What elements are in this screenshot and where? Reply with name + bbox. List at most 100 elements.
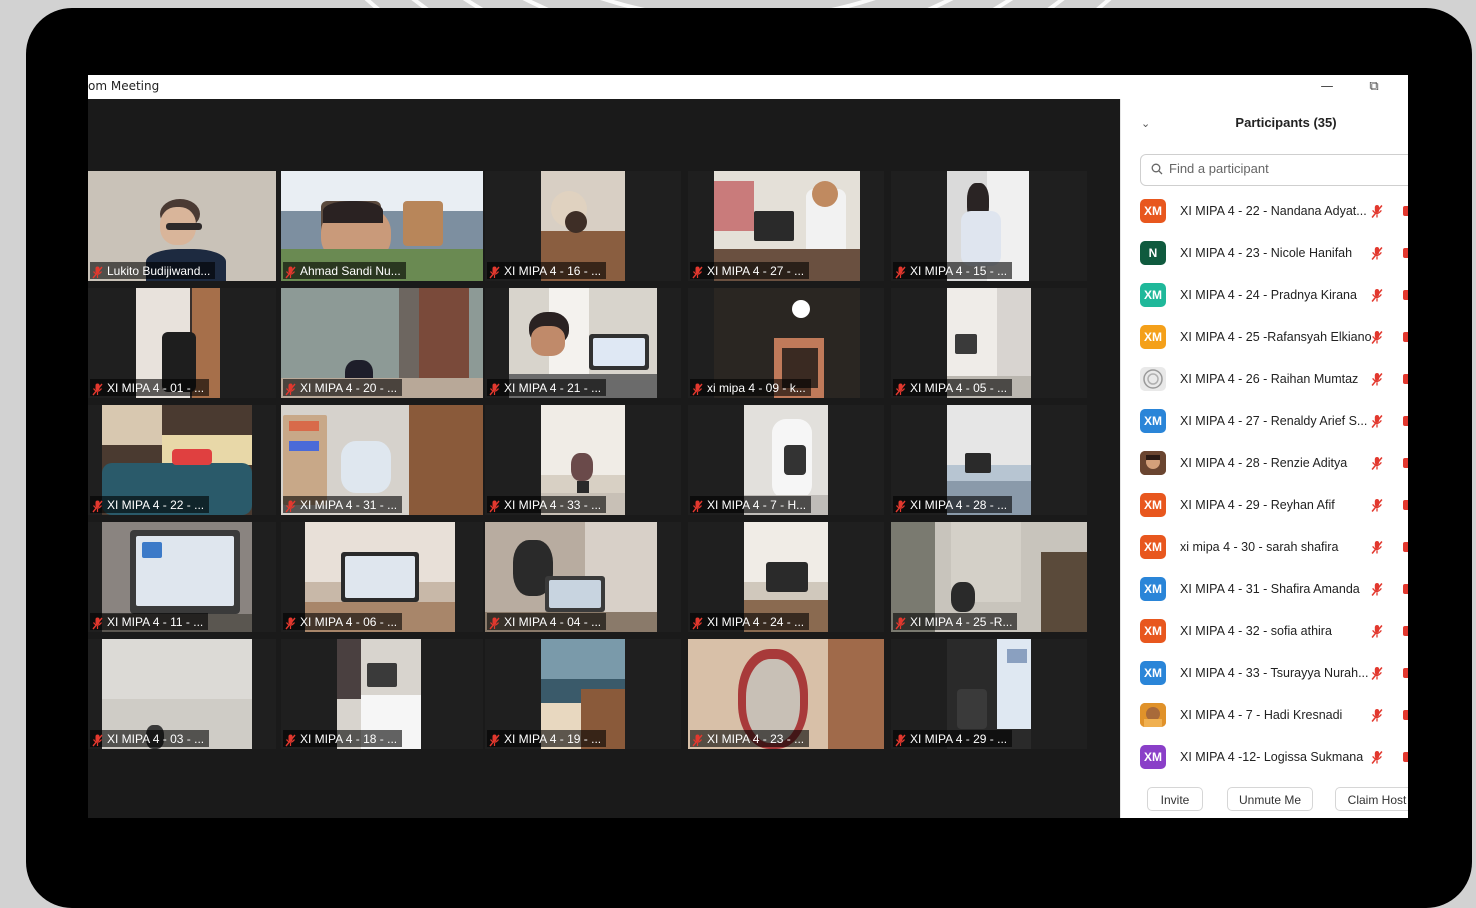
- muted-mic-icon[interactable]: [1371, 330, 1383, 345]
- video-off-icon[interactable]: [1403, 206, 1408, 216]
- video-tile[interactable]: XI MIPA 4 - 33 - ...: [485, 405, 681, 515]
- video-off-icon[interactable]: [1403, 416, 1408, 426]
- participant-row[interactable]: XM xi mipa 4 - 30 - sarah shafira: [1121, 526, 1408, 568]
- participant-row[interactable]: XM XI MIPA 4 - 27 - Renaldy Arief S...: [1121, 400, 1408, 442]
- muted-mic-icon[interactable]: [1371, 750, 1383, 765]
- participants-header: ⌄ Participants (35): [1121, 99, 1408, 149]
- participant-row[interactable]: XI MIPA 4 - 26 - Raihan Mumtaz: [1121, 358, 1408, 400]
- participants-title: Participants (35): [1235, 115, 1337, 130]
- muted-mic-icon[interactable]: [1371, 204, 1383, 219]
- video-tile[interactable]: Lukito Budijiwand...: [88, 171, 276, 281]
- participant-row[interactable]: XM XI MIPA 4 - 31 - Shafira Amanda: [1121, 568, 1408, 610]
- video-tile[interactable]: XI MIPA 4 - 28 - ...: [891, 405, 1087, 515]
- participant-name: XI MIPA 4 - 7 - H...: [707, 497, 807, 512]
- video-tile[interactable]: XI MIPA 4 - 16 - ...: [485, 171, 681, 281]
- participant-row[interactable]: XM XI MIPA 4 - 32 - sofia athira: [1121, 610, 1408, 652]
- video-off-icon[interactable]: [1403, 584, 1408, 594]
- gallery-view: Lukito Budijiwand... Ahmad Sandi Nu... XI …: [88, 99, 1120, 818]
- participant-row[interactable]: XM XI MIPA 4 - 24 - Pradnya Kirana: [1121, 274, 1408, 316]
- video-tile[interactable]: XI MIPA 4 - 31 - ...: [281, 405, 483, 515]
- participant-row[interactable]: XI MIPA 4 - 28 - Renzie Aditya: [1121, 442, 1408, 484]
- video-tile[interactable]: XI MIPA 4 - 15 - ...: [891, 171, 1087, 281]
- muted-mic-icon[interactable]: [1371, 582, 1383, 597]
- muted-mic-icon: [692, 498, 703, 513]
- video-off-icon[interactable]: [1403, 458, 1408, 468]
- muted-mic-icon[interactable]: [1371, 624, 1383, 639]
- tile-name-label: XI MIPA 4 - 24 - ...: [690, 613, 810, 630]
- video-off-icon[interactable]: [1403, 374, 1408, 384]
- unmute-me-button[interactable]: Unmute Me: [1227, 787, 1313, 811]
- participant-row[interactable]: XM XI MIPA 4 - 22 - Nandana Adyat...: [1121, 190, 1408, 232]
- participant-row[interactable]: XM XI MIPA 4 - 29 - Reyhan Afif: [1121, 484, 1408, 526]
- muted-mic-icon[interactable]: [1371, 372, 1383, 387]
- participant-name: XI MIPA 4 - 31 - ...: [300, 497, 398, 512]
- participant-name: Lukito Budijiwand...: [107, 263, 211, 278]
- video-tile[interactable]: XI MIPA 4 - 19 - ...: [485, 639, 681, 749]
- video-tile[interactable]: XI MIPA 4 - 22 - ...: [88, 405, 276, 515]
- participant-avatar: XM: [1140, 745, 1166, 769]
- video-tile[interactable]: XI MIPA 4 - 29 - ...: [891, 639, 1087, 749]
- participant-name: Ahmad Sandi Nu...: [300, 263, 401, 278]
- muted-mic-icon: [692, 732, 703, 747]
- muted-mic-icon: [92, 732, 103, 747]
- claim-host-button[interactable]: Claim Host: [1335, 787, 1408, 811]
- video-tile[interactable]: Ahmad Sandi Nu...: [281, 171, 483, 281]
- video-off-icon[interactable]: [1403, 668, 1408, 678]
- video-off-icon[interactable]: [1403, 626, 1408, 636]
- muted-mic-icon[interactable]: [1371, 288, 1383, 303]
- muted-mic-icon[interactable]: [1371, 456, 1383, 471]
- video-off-icon[interactable]: [1403, 332, 1408, 342]
- invite-button[interactable]: Invite: [1147, 787, 1203, 811]
- video-tile[interactable]: XI MIPA 4 - 03 - ...: [88, 639, 276, 749]
- tile-name-label: XI MIPA 4 - 18 - ...: [283, 730, 403, 747]
- video-off-icon[interactable]: [1403, 710, 1408, 720]
- video-off-icon[interactable]: [1403, 500, 1408, 510]
- participant-name: XI MIPA 4 - 01 - ...: [107, 380, 205, 395]
- video-off-icon[interactable]: [1403, 542, 1408, 552]
- muted-mic-icon[interactable]: [1371, 246, 1383, 261]
- participant-row[interactable]: XM XI MIPA 4 -12- Logissa Sukmana: [1121, 736, 1408, 778]
- video-off-icon[interactable]: [1403, 752, 1408, 762]
- participants-panel: ⌄ Participants (35) XM XI MIPA 4 - 22 - N…: [1120, 99, 1408, 818]
- participant-name: xi mipa 4 - 09 - k...: [707, 380, 806, 395]
- muted-mic-icon: [285, 381, 296, 396]
- video-tile[interactable]: XI MIPA 4 - 23 - ...: [688, 639, 884, 749]
- participant-name: XI MIPA 4 - 06 - ...: [300, 614, 398, 629]
- video-tile[interactable]: XI MIPA 4 - 18 - ...: [281, 639, 483, 749]
- video-tile[interactable]: XI MIPA 4 - 11 - ...: [88, 522, 276, 632]
- muted-mic-icon[interactable]: [1371, 498, 1383, 513]
- video-tile[interactable]: XI MIPA 4 - 20 - ...: [281, 288, 483, 398]
- video-tile[interactable]: XI MIPA 4 - 06 - ...: [281, 522, 483, 632]
- minimize-button[interactable]: —: [1314, 77, 1340, 97]
- participant-avatar: [1140, 367, 1166, 391]
- participant-row[interactable]: XM XI MIPA 4 - 25 -Rafansyah Elkiano: [1121, 316, 1408, 358]
- video-tile[interactable]: XI MIPA 4 - 24 - ...: [688, 522, 884, 632]
- participant-name: XI MIPA 4 - 22 - Nandana Adyat...: [1180, 204, 1367, 218]
- participant-name: XI MIPA 4 - 15 - ...: [910, 263, 1008, 278]
- video-tile[interactable]: XI MIPA 4 - 7 - H...: [688, 405, 884, 515]
- participant-row[interactable]: XI MIPA 4 - 7 - Hadi Kresnadi: [1121, 694, 1408, 736]
- participants-footer: Invite Unmute Me Claim Host: [1121, 781, 1408, 818]
- participant-search-input[interactable]: [1169, 161, 1408, 176]
- muted-mic-icon[interactable]: [1371, 708, 1383, 723]
- muted-mic-icon[interactable]: [1371, 666, 1383, 681]
- participant-name: XI MIPA 4 - 26 - Raihan Mumtaz: [1180, 372, 1359, 386]
- video-tile[interactable]: XI MIPA 4 - 04 - ...: [485, 522, 681, 632]
- video-tile[interactable]: XI MIPA 4 - 25 -R...: [891, 522, 1087, 632]
- muted-mic-icon[interactable]: [1371, 414, 1383, 429]
- participant-row[interactable]: N XI MIPA 4 - 23 - Nicole Hanifah: [1121, 232, 1408, 274]
- video-tile[interactable]: XI MIPA 4 - 27 - ...: [688, 171, 884, 281]
- video-tile[interactable]: xi mipa 4 - 09 - k...: [688, 288, 884, 398]
- video-off-icon[interactable]: [1403, 248, 1408, 258]
- participants-list: XM XI MIPA 4 - 22 - Nandana Adyat... N XI M…: [1121, 190, 1408, 778]
- participant-search-box[interactable]: [1140, 154, 1408, 186]
- video-tile[interactable]: XI MIPA 4 - 21 - ...: [485, 288, 681, 398]
- video-tile[interactable]: XI MIPA 4 - 01 - ...: [88, 288, 276, 398]
- participant-row[interactable]: XM XI MIPA 4 - 33 - Tsurayya Nurah...: [1121, 652, 1408, 694]
- restore-button[interactable]: ⧉: [1361, 77, 1387, 97]
- muted-mic-icon: [285, 732, 296, 747]
- muted-mic-icon[interactable]: [1371, 540, 1383, 555]
- video-tile[interactable]: XI MIPA 4 - 05 - ...: [891, 288, 1087, 398]
- video-off-icon[interactable]: [1403, 290, 1408, 300]
- participant-name: XI MIPA 4 - 28 - ...: [910, 497, 1008, 512]
